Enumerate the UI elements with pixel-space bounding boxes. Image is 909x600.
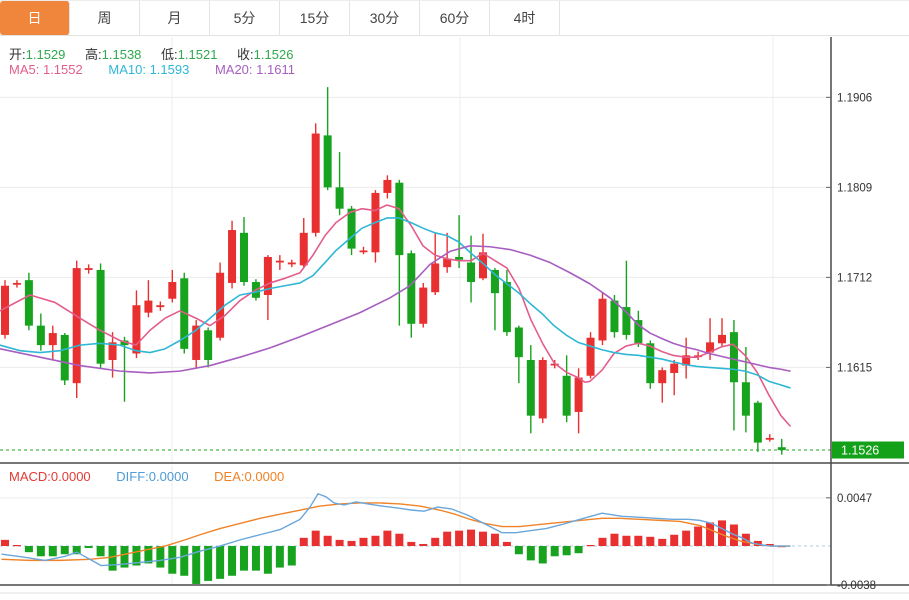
gridlines bbox=[0, 37, 831, 585]
ma-line-ma20 bbox=[0, 246, 790, 373]
svg-text:-0.0038: -0.0038 bbox=[837, 580, 876, 592]
macd-histogram bbox=[1, 520, 786, 584]
candles-layer bbox=[1, 87, 786, 455]
ma-line-ma5 bbox=[0, 205, 790, 426]
svg-text:1.1906: 1.1906 bbox=[837, 92, 872, 104]
svg-text:1.1712: 1.1712 bbox=[837, 272, 872, 284]
dea-line bbox=[2, 503, 790, 560]
current-price-tag: 1.1526 bbox=[832, 442, 904, 459]
svg-text:1.1615: 1.1615 bbox=[837, 362, 872, 374]
trading-chart-app: 日 周 月 5分 15分 30分 60分 4时 1.19061.18091.17… bbox=[0, 0, 909, 600]
ma-line-ma10 bbox=[0, 218, 790, 388]
svg-text:0.0047: 0.0047 bbox=[837, 493, 872, 505]
y-axis-labels: 1.1906 1.1809 1.1712 1.1615 0.0047 -0.0038 bbox=[826, 92, 876, 592]
svg-text:1.1526: 1.1526 bbox=[841, 444, 879, 458]
chart-canvas[interactable]: 1.19061.18091.17121.16150.0047-0.00381.1… bbox=[0, 0, 909, 600]
svg-text:1.1809: 1.1809 bbox=[837, 182, 872, 194]
